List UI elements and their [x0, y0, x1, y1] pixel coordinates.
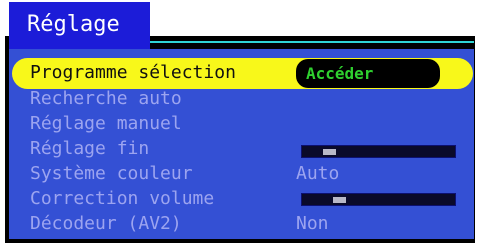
fine-tuning-slider-knob[interactable]	[323, 149, 336, 155]
menu-item-systeme-couleur[interactable]: Système couleur	[30, 163, 193, 185]
decodeur-av2-value: Non	[296, 213, 329, 234]
menu-item-recherche-auto[interactable]: Recherche auto	[30, 88, 182, 110]
menu-item-correction-volume[interactable]: Correction volume	[30, 188, 214, 210]
menu-item-reglage-fin[interactable]: Réglage fin	[30, 138, 149, 160]
systeme-couleur-value: Auto	[296, 163, 340, 184]
acceder-label: Accéder	[306, 64, 374, 83]
menu-title-tab: Réglage	[9, 2, 150, 49]
menu-title: Réglage	[27, 12, 120, 37]
volume-correction-slider[interactable]	[301, 193, 456, 206]
menu-item-decodeur-av2[interactable]: Décodeur (AV2)	[30, 213, 182, 235]
volume-correction-slider-knob[interactable]	[333, 197, 346, 203]
fine-tuning-slider[interactable]	[301, 145, 456, 158]
menu-item-reglage-manuel[interactable]: Réglage manuel	[30, 113, 182, 135]
menu-top-border	[150, 41, 474, 43]
programme-selection-label: Programme sélection	[30, 62, 236, 83]
